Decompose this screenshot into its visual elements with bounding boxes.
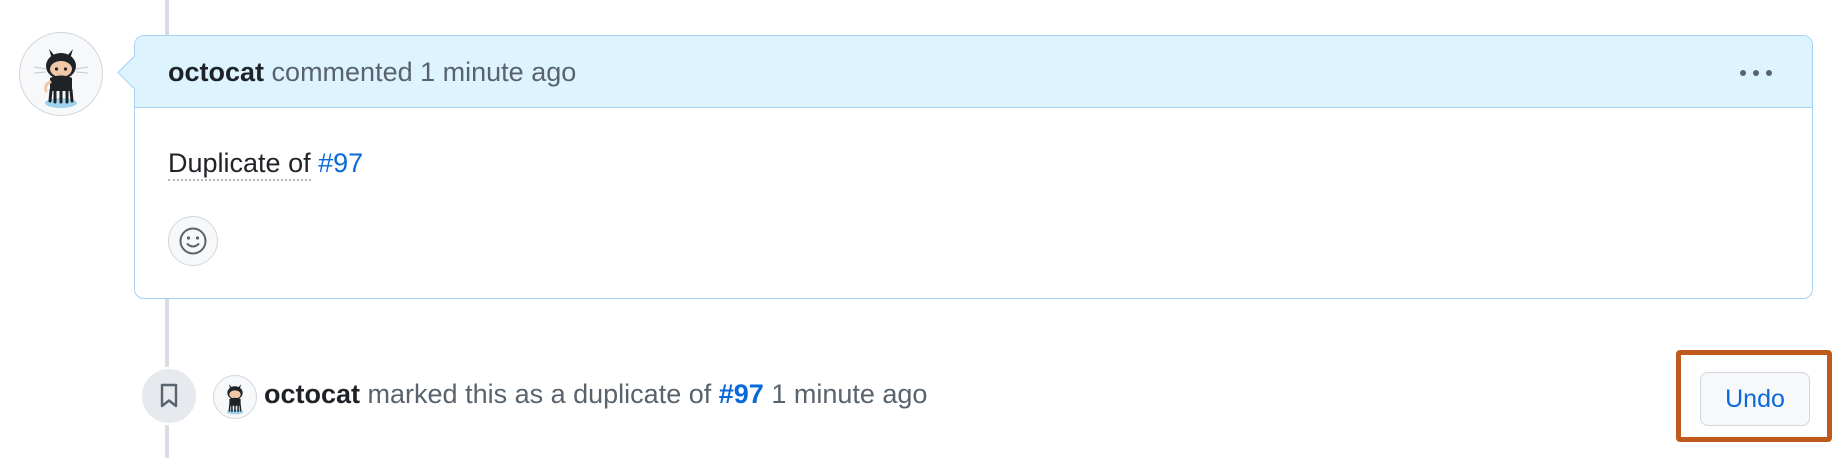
octocat-avatar-icon	[226, 384, 244, 415]
author-avatar[interactable]	[19, 32, 103, 116]
comment-body: Duplicate of #97	[168, 146, 363, 181]
event-badge	[140, 367, 198, 425]
octocat-avatar-icon	[33, 49, 89, 108]
event-author[interactable]: octocat	[264, 379, 360, 409]
comment-timestamp[interactable]: 1 minute ago	[420, 57, 576, 87]
comment-author[interactable]: octocat	[168, 57, 264, 87]
comment-header: octocat commented 1 minute ago	[135, 36, 1812, 108]
bookmark-icon	[160, 383, 178, 408]
event-issue-link[interactable]: #97	[719, 379, 764, 409]
comment-action: commented	[271, 57, 413, 87]
event-author-avatar[interactable]	[213, 375, 257, 419]
kebab-horizontal-icon[interactable]	[1736, 60, 1776, 84]
comment-box: octocat commented 1 minute ago Duplicate…	[134, 35, 1813, 299]
issue-link[interactable]: #97	[318, 148, 363, 178]
add-reaction-button[interactable]	[168, 216, 218, 266]
event-action: marked this as a duplicate of	[367, 379, 712, 409]
undo-button[interactable]: Undo	[1700, 372, 1810, 426]
event-timestamp[interactable]: 1 minute ago	[771, 379, 927, 409]
comment-header-text: octocat commented 1 minute ago	[168, 56, 576, 88]
event-text: octocat marked this as a duplicate of #9…	[264, 377, 927, 411]
duplicate-label: Duplicate of	[168, 148, 311, 181]
smiley-icon	[179, 227, 207, 255]
